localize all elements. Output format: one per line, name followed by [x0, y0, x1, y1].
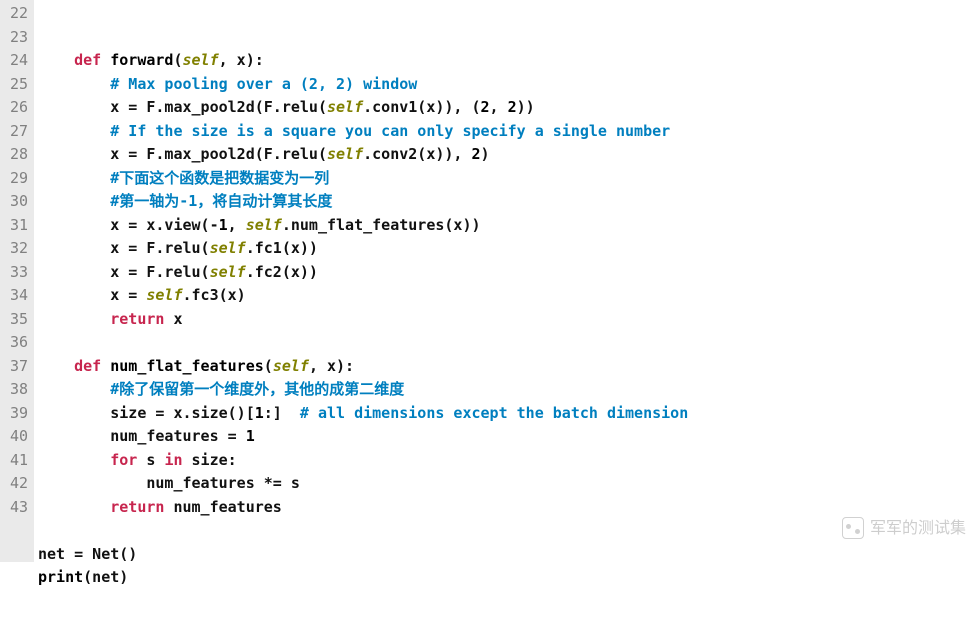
code-line[interactable]: size = x.size()[1:] # all dimensions exc… [38, 402, 980, 426]
line-number: 40 [2, 425, 28, 449]
line-number: 36 [2, 331, 28, 355]
code-line[interactable]: x = F.max_pool2d(F.relu(self.conv1(x)), … [38, 96, 980, 120]
line-number: 39 [2, 402, 28, 426]
code-line[interactable]: for s in size: [38, 449, 980, 473]
code-line[interactable]: net = Net() [38, 543, 980, 567]
code-line[interactable]: # Max pooling over a (2, 2) window [38, 73, 980, 97]
line-number: 38 [2, 378, 28, 402]
line-number-gutter: 2223242526272829303132333435363738394041… [0, 0, 34, 562]
code-line[interactable]: #第一轴为-1，将自动计算其长度 [38, 190, 980, 214]
line-number: 42 [2, 472, 28, 496]
code-line[interactable]: x = F.relu(self.fc2(x)) [38, 261, 980, 285]
line-number: 43 [2, 496, 28, 520]
line-number [2, 519, 28, 543]
code-line[interactable]: x = self.fc3(x) [38, 284, 980, 308]
code-line[interactable] [38, 331, 980, 355]
code-line[interactable]: return num_features [38, 496, 980, 520]
code-line[interactable]: x = F.relu(self.fc1(x)) [38, 237, 980, 261]
watermark: 军军的测试集 [842, 517, 966, 541]
code-line[interactable] [38, 519, 980, 543]
watermark-text: 军军的测试集 [870, 517, 966, 541]
line-number: 41 [2, 449, 28, 473]
code-line[interactable]: def forward(self, x): [38, 49, 980, 73]
code-line[interactable]: num_features = 1 [38, 425, 980, 449]
line-number: 22 [2, 2, 28, 26]
line-number: 30 [2, 190, 28, 214]
line-number: 28 [2, 143, 28, 167]
code-line[interactable]: x = x.view(-1, self.num_flat_features(x)… [38, 214, 980, 238]
code-area[interactable]: def forward(self, x): # Max pooling over… [34, 0, 980, 562]
line-number: 25 [2, 73, 28, 97]
line-number: 31 [2, 214, 28, 238]
code-editor: 2223242526272829303132333435363738394041… [0, 0, 980, 562]
line-number: 26 [2, 96, 28, 120]
code-line[interactable]: num_features *= s [38, 472, 980, 496]
code-line[interactable]: #下面这个函数是把数据变为一列 [38, 167, 980, 191]
line-number: 23 [2, 26, 28, 50]
line-number: 37 [2, 355, 28, 379]
wechat-icon [842, 517, 864, 539]
line-number: 35 [2, 308, 28, 332]
code-line[interactable]: print(net) [38, 566, 980, 590]
line-number: 27 [2, 120, 28, 144]
line-number: 24 [2, 49, 28, 73]
line-number: 33 [2, 261, 28, 285]
code-line[interactable]: #除了保留第一个维度外，其他的成第二维度 [38, 378, 980, 402]
code-line[interactable]: return x [38, 308, 980, 332]
line-number: 32 [2, 237, 28, 261]
line-number: 29 [2, 167, 28, 191]
code-line[interactable]: x = F.max_pool2d(F.relu(self.conv2(x)), … [38, 143, 980, 167]
line-number: 34 [2, 284, 28, 308]
code-line[interactable]: def num_flat_features(self, x): [38, 355, 980, 379]
code-line[interactable]: # If the size is a square you can only s… [38, 120, 980, 144]
